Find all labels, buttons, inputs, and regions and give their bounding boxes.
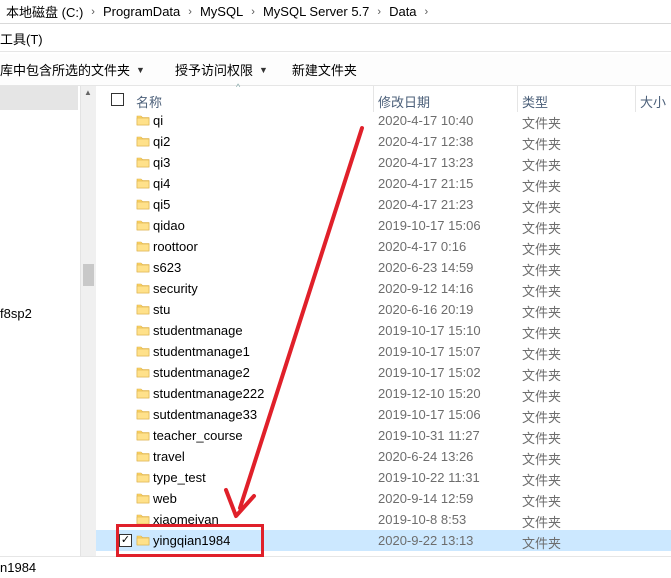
annotation-arrow-icon [224, 126, 364, 518]
